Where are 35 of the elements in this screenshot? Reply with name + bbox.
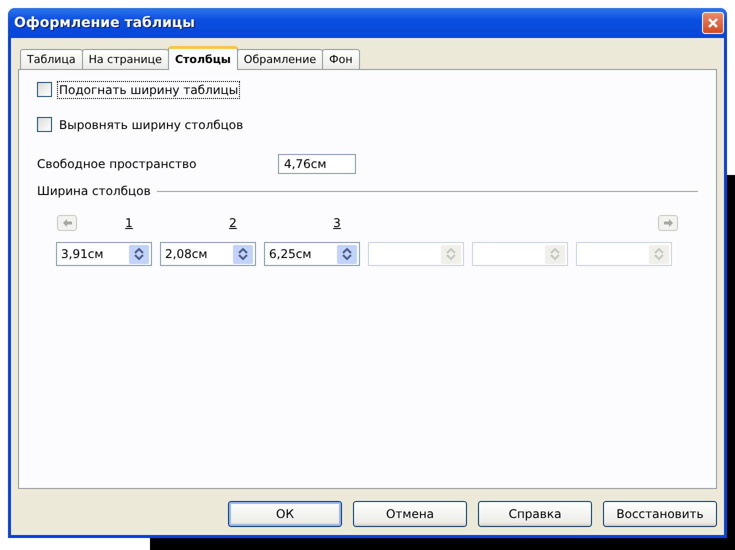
spin-field[interactable]: 2,08см xyxy=(160,242,256,266)
spin-field[interactable]: 3,91см xyxy=(56,242,152,266)
close-icon xyxy=(707,17,719,29)
column-number: 1 xyxy=(124,216,134,230)
checkbox[interactable] xyxy=(37,117,52,132)
spin-arrows-icon xyxy=(654,247,664,261)
column-number: 2 xyxy=(228,216,238,230)
spin-arrows-icon xyxy=(550,247,560,261)
tab[interactable]: Столбцы xyxy=(168,46,238,70)
checkbox-label[interactable]: Подогнать ширину таблицы xyxy=(57,80,240,98)
spin-arrows-icon xyxy=(446,247,456,261)
left-arrow-button[interactable] xyxy=(57,215,77,231)
column-number: 3 xyxy=(332,216,342,230)
tab[interactable]: Фон xyxy=(322,49,360,69)
window-title: Оформление таблицы xyxy=(14,15,195,31)
checkbox[interactable] xyxy=(37,82,52,97)
spin-arrows-icon xyxy=(342,247,352,261)
input-field[interactable]: 4,76см xyxy=(278,154,356,174)
tab[interactable]: На странице xyxy=(82,49,169,69)
dialog-button[interactable]: Отмена xyxy=(353,501,467,527)
spin-arrows-icon xyxy=(238,247,248,261)
right-arrow-button[interactable] xyxy=(658,215,678,231)
field-label: Свободное пространство xyxy=(37,157,198,171)
left-arrow-icon xyxy=(62,219,72,227)
tab[interactable]: Таблица xyxy=(20,49,83,69)
right-arrow-icon xyxy=(664,219,672,227)
tab[interactable]: Обрамление xyxy=(236,49,324,69)
dialog-button[interactable]: Справка xyxy=(478,501,592,527)
group-title: Ширина столбцов xyxy=(37,184,151,198)
checkbox-label[interactable]: Выровнять ширину столбцов xyxy=(57,116,246,134)
dialog-button[interactable]: Восстановить xyxy=(603,501,717,527)
spin-field[interactable]: 6,25см xyxy=(264,242,360,266)
dialog-button[interactable]: ОК xyxy=(228,501,342,527)
close-button[interactable] xyxy=(702,12,724,34)
spin-arrows-icon xyxy=(134,247,144,261)
